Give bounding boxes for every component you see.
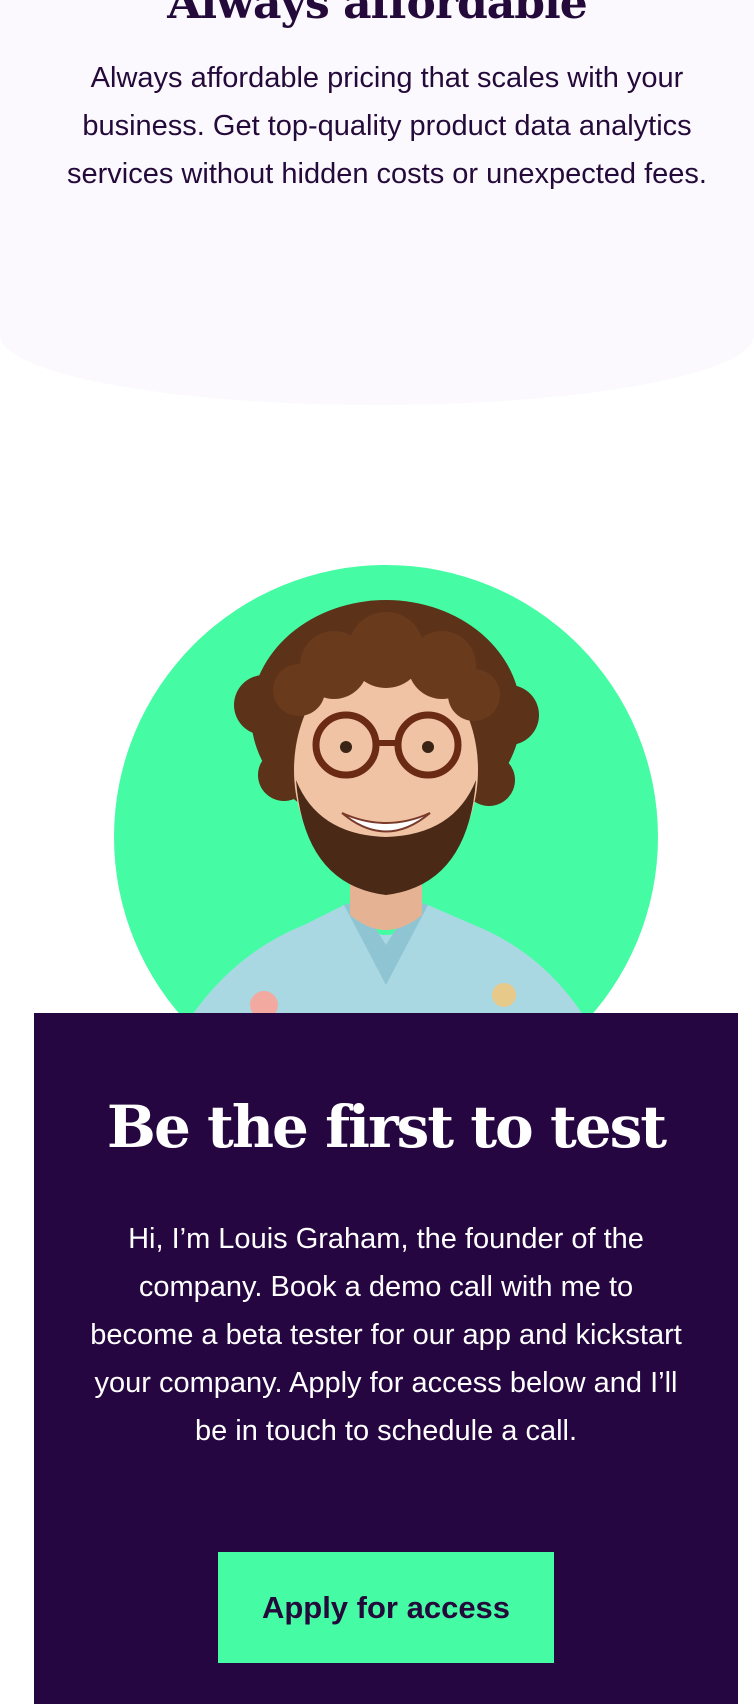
pricing-heading: Always affordable	[167, 0, 588, 29]
pricing-section: Always affordable Always affordable pric…	[0, 0, 754, 405]
cta-card: Be the first to test Hi, I’m Louis Graha…	[34, 1013, 738, 1704]
apply-for-access-button[interactable]: Apply for access	[218, 1552, 554, 1663]
cta-title: Be the first to test	[106, 1093, 667, 1161]
pricing-description: Always affordable pricing that scales wi…	[67, 62, 707, 190]
cta-body: Hi, I’m Louis Graham, the founder of the…	[90, 1223, 682, 1447]
